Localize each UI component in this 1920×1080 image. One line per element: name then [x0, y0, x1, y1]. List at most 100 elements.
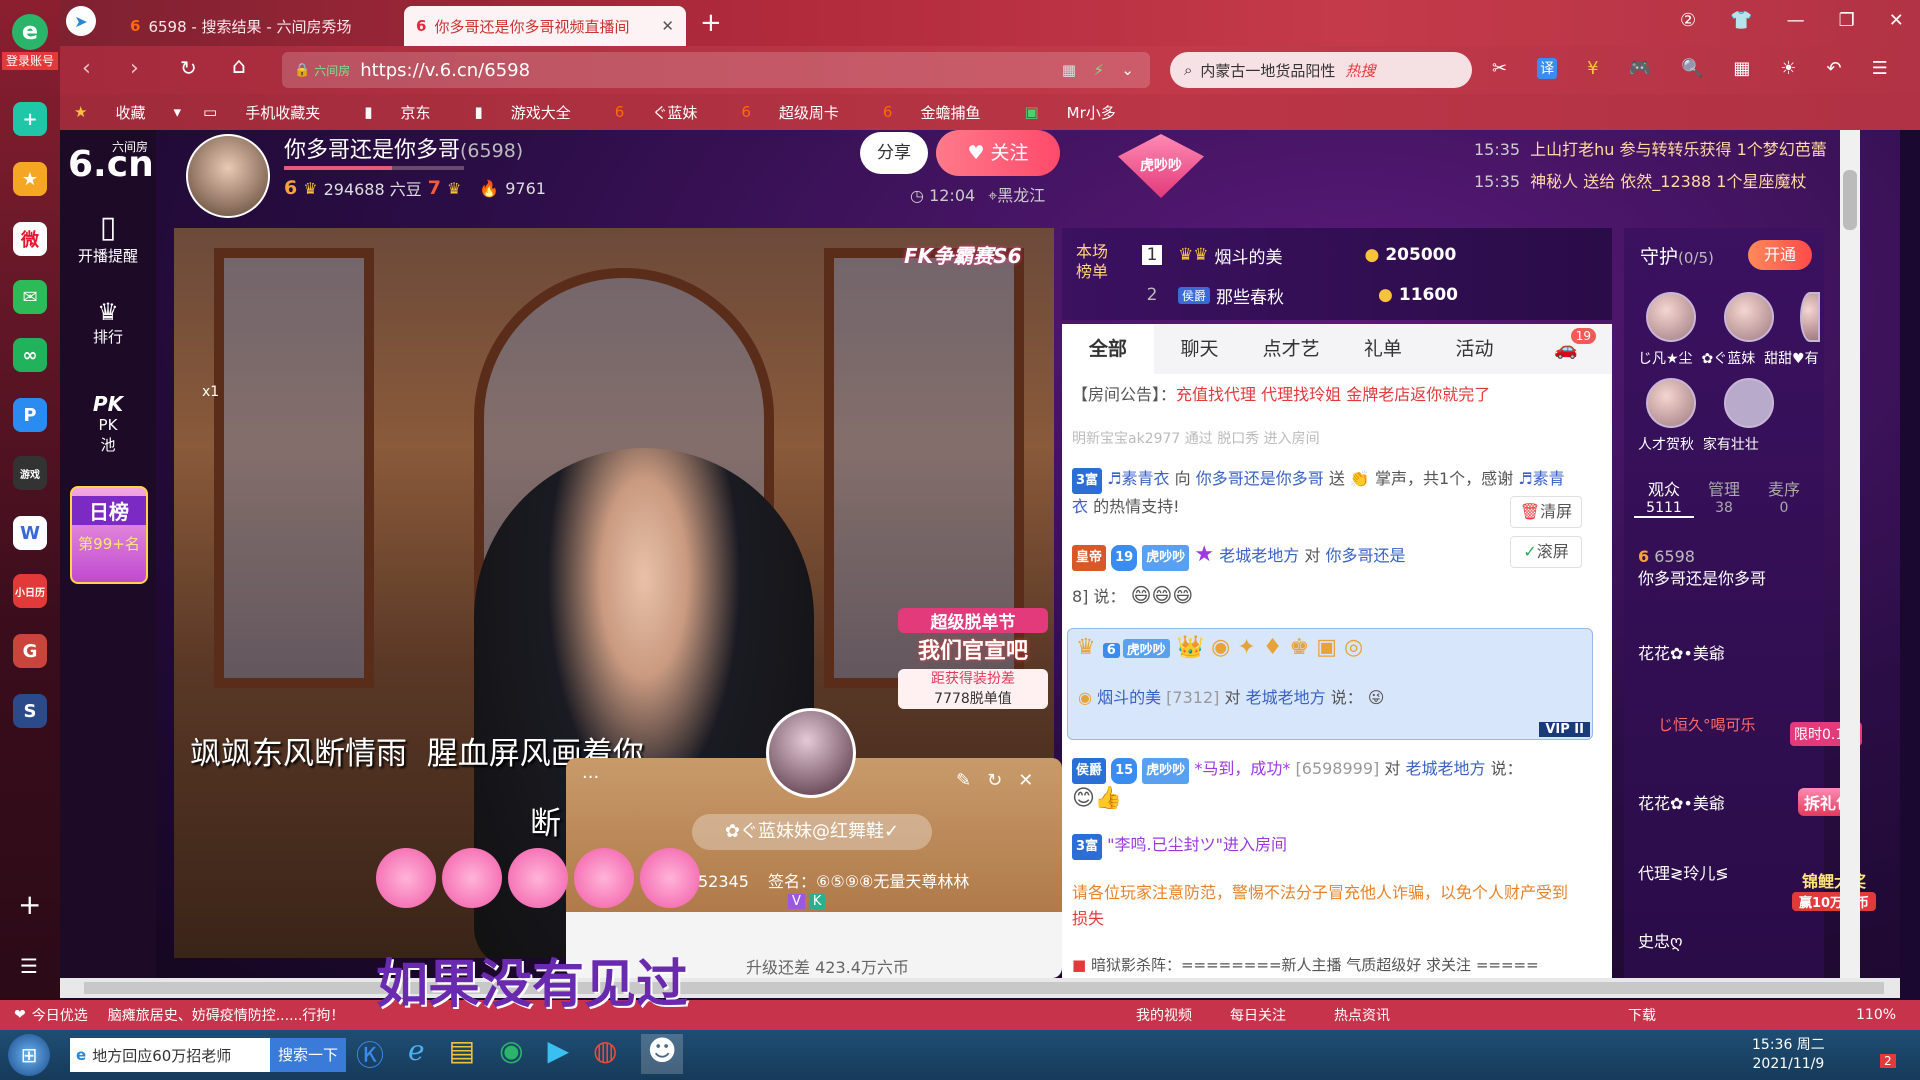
anchor-avatar[interactable] [186, 134, 270, 218]
browser-green-icon[interactable]: ◉ [499, 1034, 523, 1074]
grid-icon[interactable]: ▦ [1062, 61, 1076, 79]
scroll-thumb[interactable] [1843, 170, 1857, 230]
game3-icon[interactable]: S [13, 694, 47, 728]
active-app-icon[interactable]: ☻ [641, 1034, 683, 1074]
gamepad-icon[interactable]: 🎮 [1629, 58, 1651, 79]
guard-avatar[interactable] [1646, 292, 1696, 342]
ie-browser-icon[interactable]: ℯ [408, 1034, 425, 1074]
undo-icon[interactable]: ↶ [1827, 58, 1842, 79]
guard-avatar[interactable] [1646, 378, 1696, 428]
share-button[interactable]: 分享 [860, 132, 928, 174]
ranking-row[interactable]: 1 ♛♛ 烟斗的美 ● 205000 [1142, 240, 1582, 270]
login-badge[interactable]: 登录账号 [2, 52, 58, 70]
translate-icon[interactable]: 译 [1537, 58, 1558, 79]
viewer-item[interactable]: 花花✿•美爺 [1638, 790, 1725, 814]
link-icon[interactable]: ∞ [13, 338, 47, 372]
game2-icon[interactable]: G [13, 634, 47, 668]
news-ticker[interactable]: 脑瘫旅居史、妨碍疫情防控......行拘！ [108, 1005, 345, 1025]
folder-icon[interactable]: ▤ [449, 1034, 475, 1074]
promo-card[interactable]: 超级脱单节 我们官宣吧 距获得装扮差 7778脱单值 [898, 608, 1048, 738]
browser-logo-icon[interactable]: ➤ [66, 6, 96, 36]
tab-activity[interactable]: 活动 [1429, 324, 1521, 374]
tab-car[interactable]: 🚗 19 [1520, 324, 1612, 374]
viewer-item[interactable]: 史忠ღ [1638, 928, 1683, 952]
mail-icon[interactable]: ✉ [13, 280, 47, 314]
start-button[interactable]: ⊞ [8, 1034, 50, 1076]
tab-all[interactable]: 全部 [1062, 324, 1154, 374]
chevron-down-icon[interactable]: ⌄ [1121, 61, 1134, 79]
follow-button[interactable]: ♥ 关注 [936, 130, 1060, 176]
search-button[interactable]: 搜索一下 [269, 1038, 346, 1072]
popup-menu-icon[interactable]: ... [582, 762, 599, 783]
magnifier-icon[interactable]: 🔍 [1681, 58, 1703, 79]
new-tab-button[interactable]: + [700, 8, 722, 38]
menu-list-icon[interactable]: ☰ [20, 954, 38, 978]
p-app-icon[interactable]: P [13, 398, 47, 432]
forward-icon[interactable]: › [130, 56, 139, 81]
clear-screen-button[interactable]: 🗑清屏 [1510, 496, 1582, 528]
notification-badge[interactable]: 2 [1880, 1054, 1896, 1068]
game-icon[interactable]: 游戏 [13, 456, 47, 490]
daily-rank-card[interactable]: 日榜 第99+名 [70, 486, 148, 584]
close-icon[interactable]: ✕ [1018, 770, 1033, 791]
status-item[interactable]: 热点资讯 [1334, 1005, 1390, 1025]
bookmark-item[interactable]: ▣ Mr小多 [1024, 102, 1137, 123]
ie-logo-icon[interactable]: e [12, 14, 48, 50]
coin-icon[interactable]: ¥ [1587, 58, 1598, 79]
bookmark-item[interactable]: ▭ 手机收藏夹 [203, 102, 342, 123]
back-icon[interactable]: ‹ [82, 56, 91, 81]
hscroll-thumb[interactable] [84, 982, 1884, 994]
clock[interactable]: 15:36 周二 2021/11/9 [1752, 1036, 1825, 1074]
tab-live-room[interactable]: 6 你多哥还是你多哥视频直播间 ✕ [404, 6, 686, 46]
ranking-label[interactable]: 本场榜单 [1076, 242, 1116, 282]
restore-icon[interactable]: ❐ [1839, 10, 1855, 31]
star-icon[interactable]: ★ [13, 162, 47, 196]
bookmark-item[interactable]: ▮ 游戏大全 [474, 102, 592, 123]
status-item[interactable]: 我的视频 [1136, 1005, 1192, 1025]
zoom-level[interactable]: 110% [1856, 1007, 1896, 1023]
viewer-item[interactable]: 代理≷玲儿≶ [1638, 860, 1729, 884]
horizontal-scrollbar[interactable] [60, 978, 1900, 998]
viewer-item[interactable]: 6 6598 你多哥还是你多哥 [1638, 546, 1766, 590]
wand-icon[interactable]: ✎ [956, 770, 971, 791]
bookmark-item[interactable]: 6 超级周卡 [741, 102, 861, 123]
shirt-icon[interactable]: 👕 [1730, 10, 1752, 31]
add-circle-icon[interactable]: + [13, 102, 47, 136]
nav-ranking[interactable]: ♛ 排行 [60, 298, 156, 347]
refresh-icon[interactable]: ↻ [987, 770, 1002, 791]
tab-search-results[interactable]: 6 6598 - 搜索结果 - 六间房秀场 [118, 6, 398, 46]
close-window-icon[interactable]: ✕ [1889, 10, 1904, 31]
player-icon[interactable]: ▶ [548, 1034, 570, 1074]
event-tag[interactable]: FK争霸赛S6 [904, 240, 1021, 269]
tab-queue[interactable]: 麦序 0 [1754, 476, 1814, 518]
koi-prize[interactable]: 锦鲤大奖 赢10万六币 [1792, 868, 1876, 911]
search-input[interactable]: ⌕ 内蒙古一地货品阳性 热搜 [1170, 52, 1472, 88]
bookmark-item[interactable]: 6 ぐ蓝妹 [615, 102, 720, 123]
nav-broadcast-reminder[interactable]: ▯ 开播提醒 [60, 210, 156, 266]
today-picks[interactable]: 今日优选 [32, 1005, 88, 1025]
viewer-item[interactable]: 花花✿•美爺 [1638, 640, 1725, 664]
tab-talent[interactable]: 点才艺 [1245, 324, 1337, 374]
bookmark-item[interactable]: ▮ 京东 [364, 102, 452, 123]
weibo-icon[interactable]: 微 [13, 222, 47, 256]
chrome-icon[interactable]: ◍ [593, 1034, 617, 1074]
close-icon[interactable]: ✕ [661, 17, 674, 35]
site-logo[interactable]: 六间房 6.cn [68, 136, 154, 186]
tab-count-icon[interactable]: ② [1680, 10, 1696, 31]
bookmark-item[interactable]: 6 金蟾捕鱼 [883, 102, 1003, 123]
guard-avatar[interactable] [1724, 378, 1774, 428]
viewer-item[interactable]: じ恒久°喝可乐 [1658, 714, 1756, 735]
bookmark-item[interactable]: ★ 收藏 ▾ [74, 102, 181, 123]
nav-pk-pool[interactable]: PK PK池 [60, 392, 156, 455]
ranking-row[interactable]: 2 侯爵 那些春秋 ● 11600 [1142, 280, 1582, 310]
auto-scroll-button[interactable]: ✓滚屏 [1510, 536, 1582, 568]
tab-audience[interactable]: 观众 5111 [1634, 476, 1694, 518]
status-item[interactable]: 下载 [1628, 1005, 1656, 1025]
brightness-icon[interactable]: ☀ [1780, 58, 1796, 79]
guard-avatar[interactable] [1800, 292, 1820, 342]
taskbar-search-box[interactable]: e 地方回应60万招老师 搜索一下 [70, 1038, 346, 1072]
kugou-icon[interactable]: Ⓚ [356, 1034, 384, 1074]
add-icon[interactable]: + [18, 888, 41, 921]
tab-chat[interactable]: 聊天 [1154, 324, 1246, 374]
url-field[interactable]: 🔒 六间房 https://v.6.cn/6598 ▦ ⚡ ⌄ [282, 52, 1150, 88]
